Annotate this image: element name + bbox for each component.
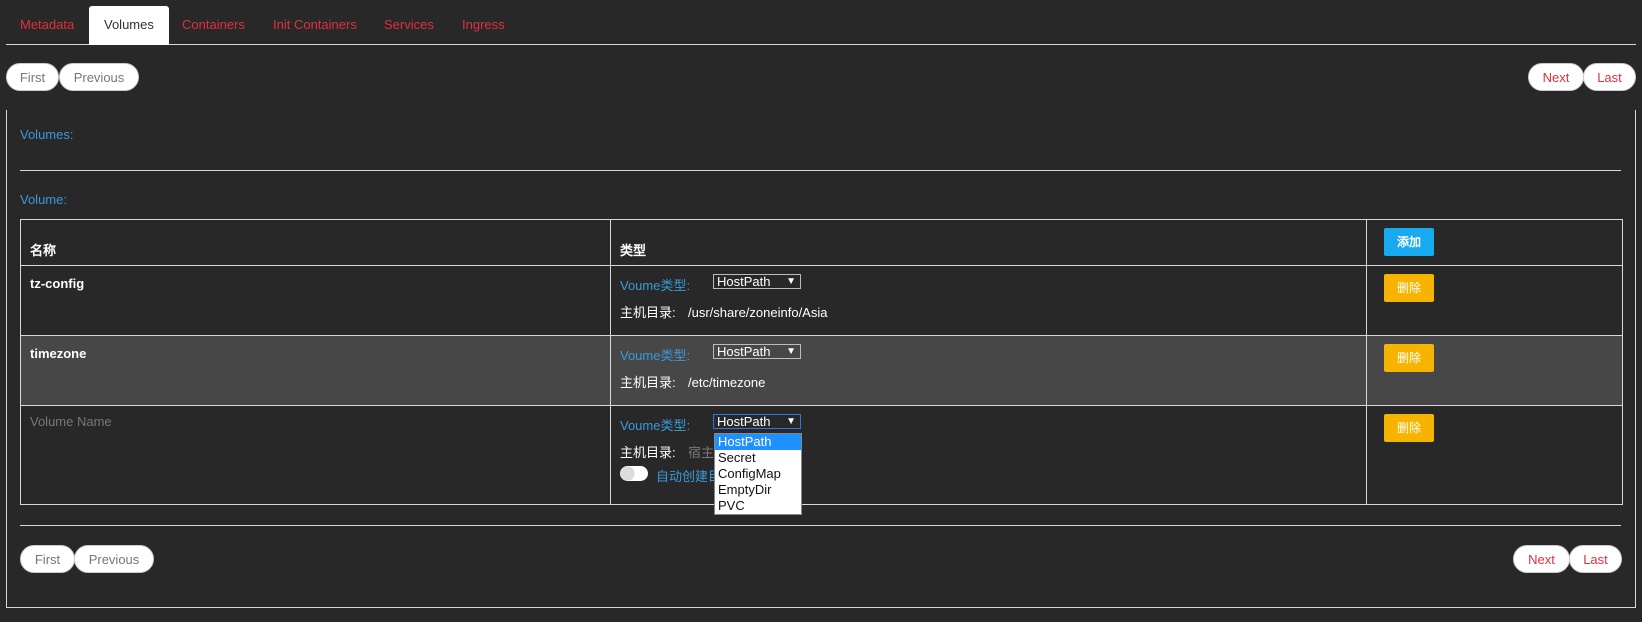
- delete-button[interactable]: 删除: [1384, 344, 1434, 372]
- first-button[interactable]: First: [20, 545, 75, 573]
- tab-containers[interactable]: Containers: [182, 6, 245, 44]
- header-name: 名称: [20, 219, 611, 266]
- delete-button[interactable]: 删除: [1384, 414, 1434, 442]
- table-header-row: 名称 类型 添加: [20, 219, 1623, 266]
- host-dir: 主机目录: /etc/timezone: [620, 372, 765, 391]
- divider: [20, 170, 1621, 171]
- host-dir: 主机目录: /usr/share/zoneinfo/Asia: [620, 302, 827, 321]
- header-actions: 添加: [1366, 219, 1623, 266]
- host-dir-value[interactable]: /usr/share/zoneinfo/Asia: [688, 305, 827, 320]
- table-row: timezone Voume类型: HostPath ▼ 主机目录: /etc/ti…: [20, 335, 1623, 406]
- auto-create-toggle[interactable]: [620, 466, 648, 481]
- first-button[interactable]: First: [6, 63, 59, 91]
- chevron-down-icon: ▼: [786, 276, 796, 287]
- header-type: 类型: [610, 219, 1367, 266]
- host-dir-value[interactable]: /etc/timezone: [688, 375, 765, 390]
- chevron-down-icon: ▼: [786, 346, 796, 357]
- volume-table: 名称 类型 添加 tz-config Voume类型: HostPath ▼ 主机…: [20, 219, 1623, 505]
- tab-metadata[interactable]: Metadata: [20, 6, 74, 44]
- option-pvc[interactable]: PVC: [715, 498, 801, 514]
- next-button[interactable]: Next: [1513, 545, 1570, 573]
- volume-name: tz-config: [30, 276, 85, 291]
- volume-label: Volume:: [20, 192, 67, 207]
- option-hostpath[interactable]: HostPath: [715, 434, 801, 450]
- next-button[interactable]: Next: [1528, 63, 1584, 91]
- host-dir-input[interactable]: 宿主: [688, 445, 714, 460]
- add-button[interactable]: 添加: [1384, 228, 1434, 256]
- option-emptydir[interactable]: EmptyDir: [715, 482, 801, 498]
- volume-type-select[interactable]: HostPath ▼: [713, 274, 801, 289]
- last-button[interactable]: Last: [1583, 63, 1636, 91]
- host-dir-label: 主机目录:: [620, 445, 676, 460]
- volume-name: timezone: [30, 346, 87, 361]
- divider: [20, 525, 1621, 526]
- tab-services[interactable]: Services: [384, 6, 434, 44]
- volume-type-select[interactable]: HostPath ▼: [713, 344, 801, 359]
- volume-type-select[interactable]: HostPath ▼: [713, 414, 801, 429]
- tab-bar: Metadata Volumes Containers Init Contain…: [6, 6, 1636, 45]
- table-row: tz-config Voume类型: HostPath ▼ 主机目录: /usr/s…: [20, 265, 1623, 336]
- volume-type-label: Voume类型:: [620, 418, 691, 433]
- previous-button[interactable]: Previous: [59, 63, 139, 91]
- volume-type-label: Voume类型:: [620, 278, 691, 293]
- volumes-section-label: Volumes:: [20, 127, 74, 142]
- tab-ingress[interactable]: Ingress: [462, 6, 505, 44]
- tab-volumes[interactable]: Volumes: [89, 6, 169, 45]
- previous-button[interactable]: Previous: [74, 545, 154, 573]
- delete-button[interactable]: 删除: [1384, 274, 1434, 302]
- option-configmap[interactable]: ConfigMap: [715, 466, 801, 482]
- host-dir-label: 主机目录:: [620, 375, 676, 390]
- last-button[interactable]: Last: [1569, 545, 1622, 573]
- volume-type-label: Voume类型:: [620, 348, 691, 363]
- table-row-new: Voume类型: HostPath▼ 主机目录:宿主 自动创建目 删除: [20, 405, 1623, 505]
- auto-create-label: 自动创建目: [656, 469, 722, 484]
- toggle-knob: [621, 467, 634, 480]
- chevron-down-icon: ▼: [786, 416, 796, 427]
- host-dir: 主机目录: 宿主: [620, 442, 714, 461]
- volume-name-input[interactable]: [30, 414, 330, 429]
- option-secret[interactable]: Secret: [715, 450, 801, 466]
- volume-type-dropdown: HostPath Secret ConfigMap EmptyDir PVC: [714, 433, 802, 515]
- host-dir-label: 主机目录:: [620, 305, 676, 320]
- tab-init-containers[interactable]: Init Containers: [273, 6, 357, 44]
